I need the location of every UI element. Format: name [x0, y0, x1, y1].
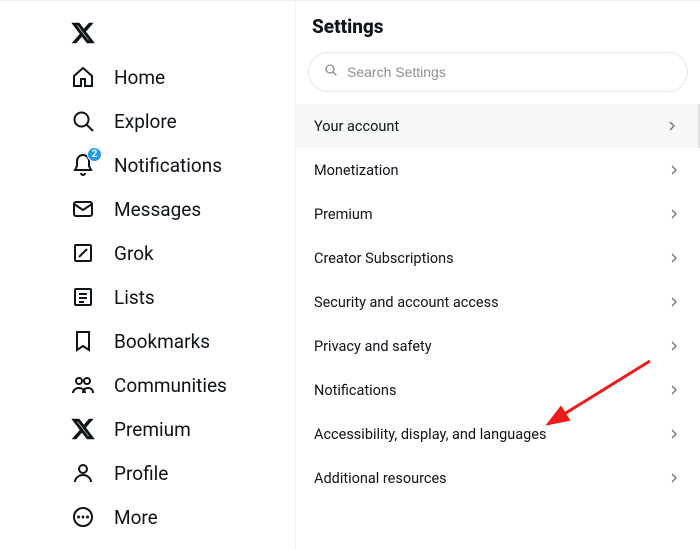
settings-item-label: Accessibility, display, and languages — [314, 426, 546, 443]
notifications-badge: 2 — [87, 147, 102, 162]
settings-item-label: Additional resources — [314, 470, 447, 487]
settings-item-privacy[interactable]: Privacy and safety — [296, 324, 700, 368]
chevron-right-icon — [666, 382, 682, 398]
sidebar-item-label: Grok — [114, 242, 154, 265]
communities-icon — [70, 372, 96, 398]
chevron-right-icon — [666, 294, 682, 310]
sidebar-item-more[interactable]: More — [64, 495, 295, 539]
sidebar-item-grok[interactable]: Grok — [64, 231, 295, 275]
logo[interactable] — [64, 11, 295, 55]
bookmark-icon — [70, 328, 96, 354]
sidebar-item-messages[interactable]: Messages — [64, 187, 295, 231]
chevron-right-icon — [666, 338, 682, 354]
settings-item-label: Security and account access — [314, 294, 499, 311]
profile-icon — [70, 460, 96, 486]
settings-item-security[interactable]: Security and account access — [296, 280, 700, 324]
settings-item-notifications[interactable]: Notifications — [296, 368, 700, 412]
settings-item-accessibility[interactable]: Accessibility, display, and languages — [296, 412, 700, 456]
chevron-right-icon — [664, 118, 680, 134]
sidebar-item-label: Lists — [114, 286, 155, 309]
sidebar-item-label: Explore — [114, 110, 177, 133]
page-title: Settings — [296, 1, 700, 52]
settings-item-label: Notifications — [314, 382, 396, 399]
settings-item-label: Your account — [314, 118, 399, 135]
sidebar-item-label: Premium — [114, 418, 191, 441]
sidebar-item-label: Home — [114, 66, 165, 89]
sidebar-item-notifications[interactable]: 2 Notifications — [64, 143, 295, 187]
search-settings[interactable] — [308, 52, 688, 92]
search-icon — [323, 62, 339, 82]
home-icon — [70, 64, 96, 90]
search-input[interactable] — [347, 64, 673, 80]
settings-item-monetization[interactable]: Monetization — [296, 148, 700, 192]
settings-item-additional-resources[interactable]: Additional resources — [296, 456, 700, 500]
lists-icon — [70, 284, 96, 310]
settings-item-your-account[interactable]: Your account — [296, 104, 700, 148]
settings-item-creator-subscriptions[interactable]: Creator Subscriptions — [296, 236, 700, 280]
sidebar-item-premium[interactable]: Premium — [64, 407, 295, 451]
sidebar-item-label: Messages — [114, 198, 201, 221]
chevron-right-icon — [666, 162, 682, 178]
settings-item-label: Privacy and safety — [314, 338, 432, 355]
x-logo-icon — [70, 20, 96, 46]
sidebar-item-profile[interactable]: Profile — [64, 451, 295, 495]
chevron-right-icon — [666, 470, 682, 486]
chevron-right-icon — [666, 426, 682, 442]
sidebar-item-bookmarks[interactable]: Bookmarks — [64, 319, 295, 363]
chevron-right-icon — [666, 206, 682, 222]
sidebar-item-label: Notifications — [114, 154, 222, 177]
sidebar-item-label: More — [114, 506, 158, 529]
settings-item-label: Creator Subscriptions — [314, 250, 454, 267]
settings-list: Your account Monetization Premium Creato… — [296, 104, 700, 500]
envelope-icon — [70, 196, 96, 222]
grok-icon — [70, 240, 96, 266]
more-icon — [70, 504, 96, 530]
sidebar-item-home[interactable]: Home — [64, 55, 295, 99]
chevron-right-icon — [666, 250, 682, 266]
sidebar-item-label: Communities — [114, 374, 227, 397]
bell-icon: 2 — [70, 152, 96, 178]
sidebar-item-label: Bookmarks — [114, 330, 210, 353]
sidebar-item-lists[interactable]: Lists — [64, 275, 295, 319]
settings-item-premium[interactable]: Premium — [296, 192, 700, 236]
sidebar: Home Explore 2 Notifications Messages — [0, 1, 295, 549]
sidebar-item-communities[interactable]: Communities — [64, 363, 295, 407]
settings-panel: Settings Your account Monetization Premi… — [295, 1, 700, 549]
x-logo-icon — [70, 416, 96, 442]
settings-item-label: Monetization — [314, 162, 399, 179]
sidebar-item-label: Profile — [114, 462, 168, 485]
sidebar-item-explore[interactable]: Explore — [64, 99, 295, 143]
settings-item-label: Premium — [314, 206, 373, 223]
search-icon — [70, 108, 96, 134]
